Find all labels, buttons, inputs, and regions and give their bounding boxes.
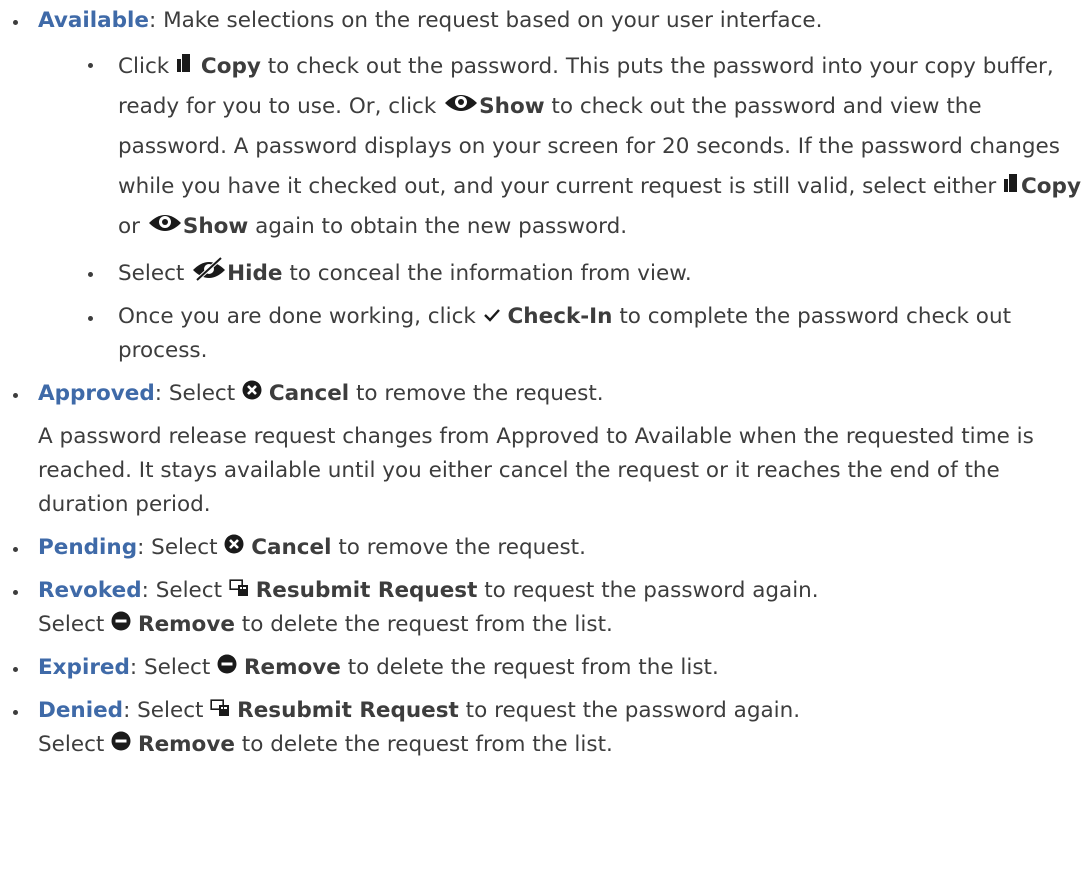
revoked-remove-line: Select Remove to delete the request from… <box>38 608 1083 642</box>
checkmark-icon <box>483 307 501 323</box>
checkin-label: Check-In <box>507 304 613 329</box>
expired-text-1: : Select <box>129 655 218 680</box>
copy-icon <box>176 53 194 73</box>
list-item-approved: Approved: Select Cancel to remove the re… <box>0 377 1083 411</box>
eye-slash-icon <box>191 256 227 282</box>
status-revoked: Revoked <box>38 578 142 603</box>
denied-remove-text-2: to delete the request from the list. <box>234 732 613 757</box>
resubmit-label: Resubmit Request <box>237 698 459 723</box>
copy-text-4: or <box>118 214 147 239</box>
denied-remove-line: Select Remove to delete the request from… <box>38 728 1083 762</box>
hide-text-2: to conceal the information from view. <box>282 261 692 286</box>
x-circle-icon <box>224 534 244 554</box>
approved-text-1: : Select <box>154 381 243 406</box>
eye-icon <box>147 209 183 235</box>
show-label: Show <box>479 94 545 119</box>
pending-text-2: to remove the request. <box>331 535 586 560</box>
approved-note: A password release request changes from … <box>38 424 1034 517</box>
copy-text-1: Click <box>118 54 177 79</box>
denied-text-1: : Select <box>123 698 211 723</box>
list-item-expired: Expired: Select Remove to delete the req… <box>0 651 1083 685</box>
cancel-label: Cancel <box>251 535 332 560</box>
status-pending: Pending <box>38 535 138 560</box>
minus-circle-icon <box>111 611 131 631</box>
eye-icon <box>443 89 479 115</box>
hide-label: Hide <box>227 261 283 286</box>
status-list: Available: Make selections on the reques… <box>0 4 1083 411</box>
denied-remove-text-1: Select <box>38 732 112 757</box>
list-item-available: Available: Make selections on the reques… <box>0 4 1083 368</box>
copy-icon <box>1003 173 1021 193</box>
approved-text-2: to remove the request. <box>349 381 604 406</box>
list-item-hide: Select Hide to conceal the information f… <box>77 256 1083 291</box>
revoked-text-2: to request the password again. <box>477 578 819 603</box>
status-expired: Expired <box>38 655 130 680</box>
resubmit-label: Resubmit Request <box>255 578 478 603</box>
copy-label: Copy <box>200 54 261 79</box>
resubmit-icon <box>229 579 249 597</box>
revoked-remove-text-1: Select <box>38 612 112 637</box>
available-description: : Make selections on the request based o… <box>149 8 823 33</box>
revoked-remove-text-2: to delete the request from the list. <box>234 612 613 637</box>
list-item-checkin: Once you are done working, click Check-I… <box>77 300 1083 368</box>
available-sublist: Click Copy to check out the password. Th… <box>38 47 1083 368</box>
expired-text-2: to delete the request from the list. <box>340 655 719 680</box>
minus-circle-icon <box>217 654 237 674</box>
resubmit-icon <box>210 699 230 717</box>
minus-circle-icon <box>111 731 131 751</box>
remove-label: Remove <box>138 732 235 757</box>
cancel-label: Cancel <box>268 381 350 406</box>
show-label: Show <box>182 214 249 239</box>
x-circle-icon <box>242 380 262 400</box>
request-status-help: Available: Make selections on the reques… <box>0 0 1083 762</box>
checkin-text-1: Once you are done working, click <box>118 304 483 329</box>
list-item-pending: Pending: Select Cancel to remove the req… <box>0 531 1083 565</box>
list-item-revoked: Revoked: Select Resubmit Request to requ… <box>0 574 1083 642</box>
denied-text-2: to request the password again. <box>458 698 801 723</box>
list-item-denied: Denied: Select Resubmit Request to reque… <box>0 694 1083 762</box>
remove-label: Remove <box>243 655 341 680</box>
copy-label: Copy <box>1021 174 1081 199</box>
status-list-continued: Pending: Select Cancel to remove the req… <box>0 531 1083 762</box>
remove-label: Remove <box>138 612 235 637</box>
revoked-text-1: : Select <box>141 578 229 603</box>
status-denied: Denied <box>38 698 124 723</box>
hide-text-1: Select <box>118 261 192 286</box>
pending-text-1: : Select <box>137 535 225 560</box>
copy-text-5: again to obtain the new password. <box>248 214 628 239</box>
status-available: Available <box>38 8 149 33</box>
status-approved: Approved <box>38 381 155 406</box>
list-item-copy-show: Click Copy to check out the password. Th… <box>77 47 1083 247</box>
